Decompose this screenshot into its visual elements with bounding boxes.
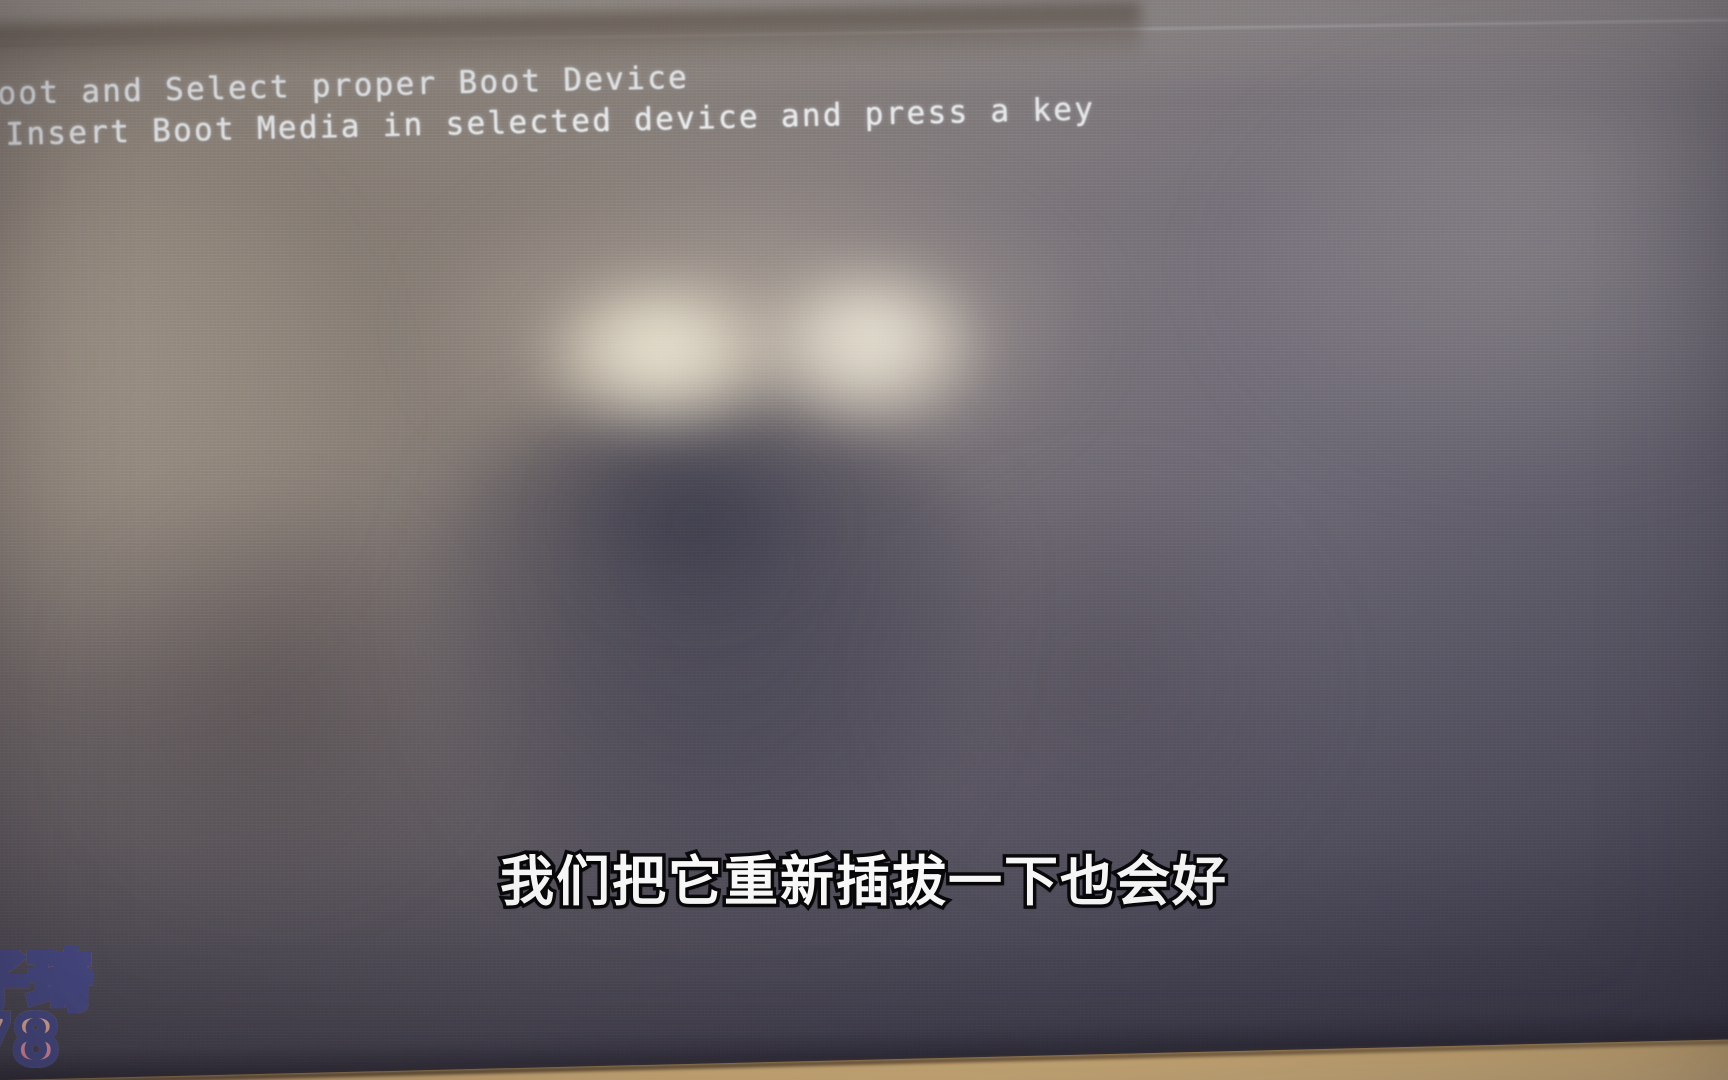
- monitor-photo: [0, 0, 1728, 1080]
- screenshot-root: boot and Select proper Boot Device Inser…: [0, 0, 1728, 1080]
- screen-moire-texture: [0, 0, 1728, 1080]
